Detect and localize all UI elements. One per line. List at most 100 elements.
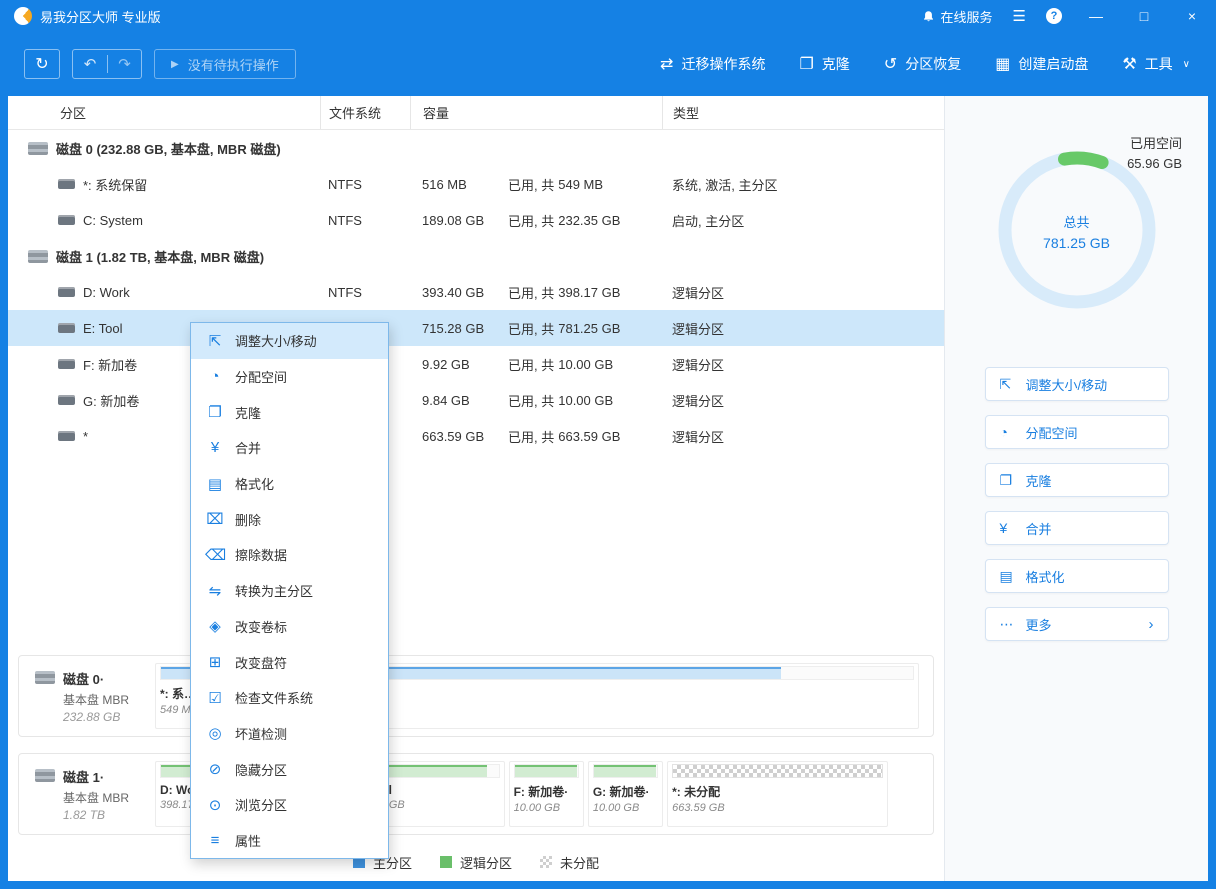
capacity-infix: 已用, 共 (508, 355, 554, 374)
sidebar-button-format[interactable]: ▤ 格式化 (985, 559, 1169, 593)
menu-item-delete[interactable]: ⌧ 删除 (191, 501, 388, 537)
play-icon: ▶ (171, 59, 179, 70)
capacity-used: 189.08 GB (422, 213, 508, 228)
table-row-e-tool-selected[interactable]: E: Tool NTFS 715.28 GB已用, 共781.25 GB 逻辑分… (8, 310, 944, 346)
chevron-right-icon: › (1149, 616, 1154, 633)
menu-item-resize-move[interactable]: ⇱ 调整大小/移动 (191, 323, 388, 359)
table-row-disk0[interactable]: 磁盘 0 (232.88 GB, 基本盘, MBR 磁盘) (8, 130, 944, 166)
partition-block-label: G: 新加卷· (593, 783, 658, 800)
unallocated-swatch (540, 856, 552, 868)
table-row-system-reserved[interactable]: *: 系统保留 NTFS 516 MB已用, 共549 MB 系统, 激活, 主… (8, 166, 944, 202)
help-icon[interactable]: ? (1046, 8, 1062, 24)
maximize-button[interactable]: □ (1130, 0, 1158, 32)
used-space-band (514, 764, 579, 778)
clone-button[interactable]: ❐ 克隆 (799, 54, 849, 74)
capacity-cell: 393.40 GB已用, 共398.17 GB (410, 283, 662, 302)
wrench-icon: ⚒ (1122, 54, 1136, 74)
bell-icon (922, 10, 935, 23)
partition-block-g-volume[interactable]: G: 新加卷· 10.00 GB (588, 761, 663, 827)
menu-item-label: 合并 (235, 438, 261, 457)
table-row-c-system[interactable]: C: System NTFS 189.08 GB已用, 共232.35 GB 启… (8, 202, 944, 238)
menu-item-format[interactable]: ▤ 格式化 (191, 466, 388, 502)
partition-icon (58, 431, 75, 441)
menu-item-clone[interactable]: ❐ 克隆 (191, 394, 388, 430)
menu-item-change-drive-letter[interactable]: ⊞ 改变盘符 (191, 644, 388, 680)
table-row-disk1[interactable]: 磁盘 1 (1.82 TB, 基本盘, MBR 磁盘) (8, 238, 944, 274)
disk-map-row-disk1: 磁盘 1· 基本盘 MBR 1.82 TB D: Work 398.17 GB (18, 753, 934, 835)
disk-size: 232.88 GB (63, 710, 129, 724)
capacity-infix: 已用, 共 (508, 211, 554, 230)
partition-name: C: System (83, 213, 143, 228)
context-menu: ⇱ 调整大小/移动 ◔ 分配空间 ❐ 克隆 ¥ 合并 ▤ 格式化 ⌧ 删除 ⌫ … (190, 322, 389, 859)
sidebar-button-label: 分配空间 (1026, 423, 1078, 442)
menu-item-check-file-system[interactable]: ☑ 检查文件系统 (191, 680, 388, 716)
allocate-space-icon: ◔ (205, 368, 225, 385)
menu-item-label: 分配空间 (235, 367, 287, 386)
migrate-os-button[interactable]: ⇄ 迁移操作系统 (660, 54, 765, 74)
partition-block-size: 663.59 GB (672, 802, 883, 814)
menu-item-hide-partition[interactable]: ⊘ 隐藏分区 (191, 751, 388, 787)
undo-redo-group: ↶ ↷ (72, 49, 142, 79)
sidebar-button-more[interactable]: ⋯ 更多 › (985, 607, 1169, 641)
create-boot-disk-button[interactable]: ▦ 创建启动盘 (995, 54, 1088, 74)
partition-name: * (83, 429, 88, 444)
close-button[interactable]: × (1178, 0, 1206, 32)
menu-item-properties[interactable]: ≡ 属性 (191, 823, 388, 859)
used-space-band (593, 764, 658, 778)
menu-item-label: 转换为主分区 (235, 581, 313, 600)
capacity-used: 9.92 GB (422, 357, 508, 372)
app-logo-icon (14, 7, 32, 25)
sidebar-button-resize-move[interactable]: ⇱ 调整大小/移动 (985, 367, 1169, 401)
clone-icon: ❐ (799, 54, 813, 74)
partition-block-unallocated[interactable]: *: 未分配 663.59 GB (667, 761, 888, 827)
redo-button[interactable]: ↷ (107, 55, 141, 73)
partition-block-f-volume[interactable]: F: 新加卷· 10.00 GB (509, 761, 584, 827)
menu-item-convert-to-primary[interactable]: ⇋ 转换为主分区 (191, 573, 388, 609)
partition-icon (58, 395, 75, 405)
hide-partition-icon: ⊘ (205, 760, 225, 778)
table-row-f-volume[interactable]: F: 新加卷 NTFS 9.92 GB已用, 共10.00 GB 逻辑分区 (8, 346, 944, 382)
minimize-button[interactable]: — (1082, 0, 1110, 32)
online-service-button[interactable]: 在线服务 (922, 7, 993, 26)
change-drive-letter-icon: ⊞ (205, 653, 225, 671)
fs-cell: NTFS (320, 213, 410, 228)
legend: 主分区 逻辑分区 未分配 (18, 847, 934, 877)
menu-item-label: 擦除数据 (235, 545, 287, 564)
type-cell: 启动, 主分区 (662, 211, 944, 230)
partition-icon (58, 323, 75, 333)
menu-item-wipe-data[interactable]: ⌫ 擦除数据 (191, 537, 388, 573)
capacity-cell: 516 MB已用, 共549 MB (410, 175, 662, 194)
menu-item-allocate-space[interactable]: ◔ 分配空间 (191, 359, 388, 395)
table-row-unallocated[interactable]: * 663.59 GB已用, 共663.59 GB 逻辑分区 (8, 418, 944, 454)
menu-item-merge[interactable]: ¥ 合并 (191, 430, 388, 466)
partition-block-size: 10.00 GB (514, 802, 579, 814)
capacity-infix: 已用, 共 (508, 175, 554, 194)
pending-operations-button[interactable]: ▶ 没有待执行操作 (154, 49, 296, 79)
type-cell: 逻辑分区 (662, 427, 944, 446)
menu-item-explore-partition[interactable]: ⊙ 浏览分区 (191, 787, 388, 823)
sidebar-button-clone[interactable]: ❐ 克隆 (985, 463, 1169, 497)
capacity-used: 516 MB (422, 177, 508, 192)
menu-item-surface-test[interactable]: ◎ 坏道检测 (191, 716, 388, 752)
capacity-used: 715.28 GB (422, 321, 508, 336)
sidebar-button-merge[interactable]: ¥ 合并 (985, 511, 1169, 545)
tools-button[interactable]: ⚒ 工具 ∨ (1122, 54, 1190, 74)
partition-name: *: 系统保留 (83, 175, 147, 194)
operations-list-icon[interactable]: ☰ (1013, 7, 1026, 25)
partition-table: 分区 文件系统 容量 类型 磁盘 0 (232.88 GB, 基本盘, MBR … (8, 96, 944, 881)
column-header-type: 类型 (662, 96, 944, 129)
create-boot-disk-label: 创建启动盘 (1018, 54, 1088, 74)
clone-icon: ❐ (1000, 472, 1018, 489)
undo-button[interactable]: ↶ (73, 55, 107, 73)
table-row-g-volume[interactable]: G: 新加卷 NTFS 9.84 GB已用, 共10.00 GB 逻辑分区 (8, 382, 944, 418)
disk-icon (28, 142, 48, 155)
capacity-cell: 9.92 GB已用, 共10.00 GB (410, 355, 662, 374)
menu-item-change-label[interactable]: ◈ 改变卷标 (191, 609, 388, 645)
partition-icon (58, 359, 75, 369)
refresh-button[interactable]: ↻ (24, 49, 60, 79)
table-row-d-work[interactable]: D: Work NTFS 393.40 GB已用, 共398.17 GB 逻辑分… (8, 274, 944, 310)
partition-recovery-button[interactable]: ↺ 分区恢复 (884, 54, 961, 74)
sidebar-button-allocate-space[interactable]: ◔ 分配空间 (985, 415, 1169, 449)
type-cell: 逻辑分区 (662, 391, 944, 410)
capacity-infix: 已用, 共 (508, 427, 554, 446)
